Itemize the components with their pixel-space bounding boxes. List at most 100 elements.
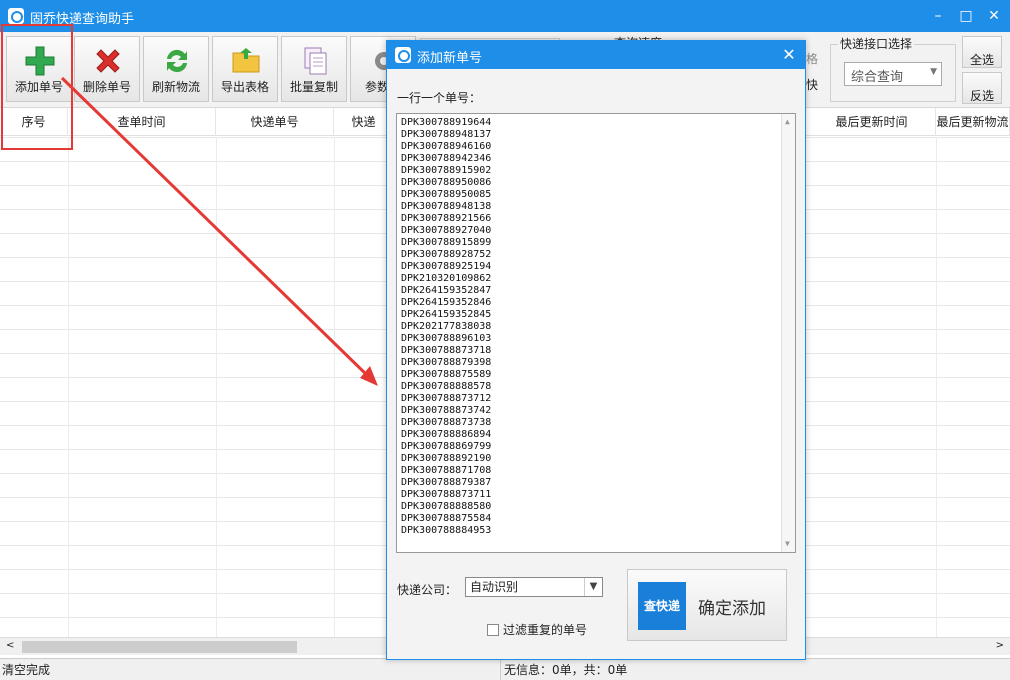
tracking-number-line: DPK264159352847 (401, 285, 492, 296)
tracking-number-line: DPK300788928752 (401, 249, 492, 260)
tracking-number-line: DPK300788884953 (401, 525, 492, 536)
confirm-add-button[interactable]: 查快递 确定添加 (627, 569, 787, 641)
scroll-down-icon[interactable]: ▼ (785, 538, 790, 550)
chevron-down-icon: ▼ (930, 67, 937, 77)
courier-select[interactable]: 自动识别 ▼ (465, 577, 603, 597)
api-select-value: 综合查询 (851, 70, 904, 85)
tracking-number-line: DPK300788873738 (401, 417, 492, 428)
export-table-button[interactable]: 导出表格 (212, 36, 278, 102)
tracking-number-line: DPK300788869799 (401, 441, 492, 452)
price-label-fragment: 格 (806, 52, 819, 66)
api-group-label: 快递接口选择 (838, 35, 915, 52)
add-number-dialog: 添加新单号 ✕ 一行一个单号： DPK300788919644 DPK300788… (386, 40, 806, 660)
tracking-number-line: DPK300788879387 (401, 477, 492, 488)
tracking-number-line: DPK264159352845 (401, 309, 492, 320)
tracking-number-list: DPK300788919644 DPK300788948137 DPK3007889… (401, 117, 791, 537)
tracking-number-line: DPK300788915902 (401, 165, 492, 176)
filter-duplicates-label: 过滤重复的单号 (503, 623, 588, 637)
column-header-index[interactable]: 序号 (0, 108, 68, 136)
api-select[interactable]: 综合查询 ▼ (844, 62, 942, 86)
tracking-number-line: DPK300788950085 (401, 189, 492, 200)
textarea-scrollbar[interactable]: ▲ ▼ (781, 114, 795, 552)
tracking-number-line: DPK210320109862 (401, 273, 492, 284)
column-divider (68, 137, 69, 637)
tracking-number-line: DPK300788873712 (401, 393, 492, 404)
column-header-last-update-logistics[interactable]: 最后更新物流 (936, 108, 1010, 136)
minimize-button[interactable]: – (926, 6, 950, 26)
scrollbar-thumb[interactable] (22, 641, 297, 653)
courier-select-value: 自动识别 (470, 580, 519, 594)
add-icon (25, 46, 55, 76)
tracking-number-line: DPK300788942346 (401, 153, 492, 164)
delete-number-label: 删除单号 (82, 80, 131, 94)
delete-icon (96, 49, 120, 73)
select-all-label: 全选 (969, 53, 994, 67)
export-folder-icon (232, 48, 260, 73)
tracking-number-line: DPK300788875589 (401, 369, 492, 380)
checkbox-box[interactable] (487, 624, 499, 636)
tracking-number-line: DPK300788888580 (401, 501, 492, 512)
select-all-button[interactable]: 全选 (962, 36, 1002, 68)
instruction-label: 一行一个单号： (397, 91, 482, 105)
tracking-number-line: DPK300788925194 (401, 261, 492, 272)
tracking-number-line: DPK300788921566 (401, 213, 492, 224)
scroll-left-icon[interactable]: < (6, 640, 14, 651)
search-express-icon: 查快递 (638, 582, 686, 630)
column-header-tracking-number[interactable]: 快递单号 (216, 108, 334, 136)
tracking-number-line: DPK300788919644 (401, 117, 492, 128)
tracking-number-line: DPK300788946160 (401, 141, 492, 152)
column-divider (936, 137, 937, 637)
tracking-numbers-textarea[interactable]: DPK300788919644 DPK300788948137 DPK3007889… (396, 113, 796, 553)
refresh-logistics-label: 刷新物流 (151, 80, 200, 94)
tracking-number-line: DPK300788886894 (401, 429, 492, 440)
column-header-courier[interactable]: 快递 (334, 108, 394, 136)
invert-select-button[interactable]: 反选 (962, 72, 1002, 104)
tracking-number-line: DPK300788915899 (401, 237, 492, 248)
scroll-up-icon[interactable]: ▲ (785, 116, 790, 128)
dialog-logo-icon (395, 47, 411, 63)
column-divider (334, 137, 335, 637)
export-table-label: 导出表格 (220, 80, 269, 94)
tracking-number-line: DPK300788892190 (401, 453, 492, 464)
scroll-right-icon[interactable]: > (996, 640, 1004, 651)
dialog-close-icon[interactable]: ✕ (779, 45, 799, 65)
tracking-number-line: DPK300788873711 (401, 489, 492, 500)
tracking-number-line: DPK300788888578 (401, 381, 492, 392)
status-summary-text: 无信息：0单，共：0单 (504, 663, 628, 677)
tracking-number-line: DPK300788875584 (401, 513, 492, 524)
chevron-down-icon: ▼ (584, 578, 602, 596)
invert-select-label: 反选 (969, 89, 994, 103)
refresh-icon (167, 49, 187, 73)
confirm-add-label: 确定添加 (698, 599, 766, 619)
tracking-number-line: DPK300788948137 (401, 129, 492, 140)
refresh-logistics-button[interactable]: 刷新物流 (143, 36, 209, 102)
tracking-number-line: DPK300788873742 (401, 405, 492, 416)
tracking-number-line: DPK300788950086 (401, 177, 492, 188)
dialog-title: 添加新单号 (417, 51, 483, 66)
tracking-number-line: DPK202177838038 (401, 321, 492, 332)
courier-label: 快递公司： (397, 583, 458, 597)
status-bar: 清空完成 无信息：0单，共：0单 (0, 658, 1010, 680)
column-header-last-update-time[interactable]: 最后更新时间 (808, 108, 936, 136)
maximize-button[interactable]: □ (954, 6, 978, 26)
delete-number-button[interactable]: 删除单号 (74, 36, 140, 102)
add-number-button[interactable]: 添加单号 (6, 36, 72, 102)
tracking-number-line: DPK300788871708 (401, 465, 492, 476)
batch-copy-label: 批量复制 (289, 80, 338, 94)
tracking-number-line: DPK300788948138 (401, 201, 492, 212)
filter-duplicates-checkbox[interactable]: 过滤重复的单号 (487, 621, 587, 638)
tracking-number-line: DPK300788896103 (401, 333, 492, 344)
dialog-body: 一行一个单号： DPK300788919644 DPK300788948137 DP… (387, 69, 805, 659)
tracking-number-line: DPK300788927040 (401, 225, 492, 236)
fast-label-fragment: 快 (806, 78, 819, 92)
title-bar: 固乔快递查询助手 – □ ✕ (0, 0, 1010, 32)
dialog-title-bar: 添加新单号 ✕ (387, 41, 805, 69)
status-left-text: 清空完成 (2, 663, 51, 677)
batch-copy-button[interactable]: 批量复制 (281, 36, 347, 102)
window-title: 固乔快递查询助手 (30, 12, 135, 27)
column-header-query-time[interactable]: 查单时间 (68, 108, 216, 136)
copy-icon (304, 47, 327, 75)
tracking-number-line: DPK264159352846 (401, 297, 492, 308)
close-button[interactable]: ✕ (982, 6, 1006, 26)
tracking-number-line: DPK300788879398 (401, 357, 492, 368)
